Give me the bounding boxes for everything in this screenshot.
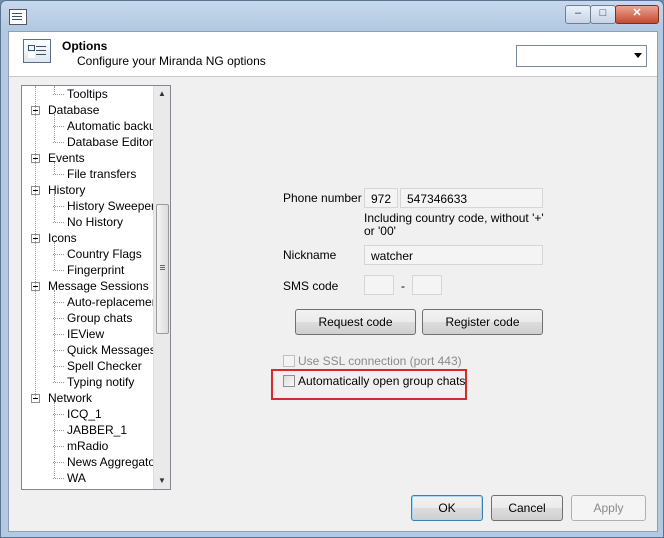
- tree-item[interactable]: IEView: [53, 326, 105, 342]
- tree-connector: [53, 270, 64, 271]
- tree-item[interactable]: Group chats: [53, 310, 133, 326]
- tree-item[interactable]: JABBER_1: [53, 422, 128, 438]
- phone-hint: Including country code, without '+' or '…: [364, 211, 544, 238]
- tree-connector: [54, 194, 55, 222]
- tree-item-label: Fingerprint: [67, 263, 125, 277]
- options-header: Options Configure your Miranda NG option…: [9, 32, 657, 77]
- tree-item-label: JABBER_1: [67, 423, 128, 437]
- ok-button[interactable]: OK: [411, 495, 483, 521]
- tree-item[interactable]: Typing notify: [53, 374, 135, 390]
- tree-item-label: File transfers: [67, 167, 137, 181]
- tree-group[interactable]: Icons: [31, 230, 77, 246]
- page-subtitle: Configure your Miranda NG options: [77, 54, 266, 68]
- tree-item[interactable]: Tooltips: [53, 86, 108, 102]
- tree-connector: [53, 222, 64, 223]
- ssl-checkbox-label: Use SSL connection (port 443): [298, 354, 462, 368]
- grip-icon: [160, 265, 165, 266]
- tree-connector: [53, 94, 64, 95]
- tree-item-label: Message Sessions: [48, 279, 149, 293]
- tree-item[interactable]: WA: [53, 470, 86, 486]
- chevron-down-icon: [634, 53, 642, 58]
- tree-connector: [54, 242, 55, 270]
- tree-scrollbar[interactable]: ▲ ▼: [153, 86, 170, 489]
- tree-item-label: ICQ_1: [67, 407, 102, 421]
- close-button[interactable]: ✕: [615, 5, 659, 24]
- tree-item[interactable]: ICQ_1: [53, 406, 102, 422]
- tree-connector: [54, 86, 55, 94]
- tree-connector: [53, 142, 64, 143]
- highlight-box: [271, 369, 467, 400]
- phone-number-field[interactable]: 547346633: [400, 188, 543, 208]
- tree-item-label: Icons: [48, 231, 77, 245]
- dialog-client: Options Configure your Miranda NG option…: [8, 31, 658, 532]
- ssl-checkbox[interactable]: [283, 355, 295, 367]
- tree-item[interactable]: File transfers: [53, 166, 137, 182]
- scroll-up-arrow-icon[interactable]: ▲: [154, 86, 170, 102]
- tree-connector: [53, 478, 64, 479]
- app-icon[interactable]: [9, 9, 27, 25]
- tree-item-label: Group chats: [67, 311, 133, 325]
- scroll-down-arrow-icon[interactable]: ▼: [154, 473, 170, 489]
- country-code-field[interactable]: 972: [364, 188, 398, 208]
- tree-group[interactable]: Database: [31, 102, 100, 118]
- sms-code-label: SMS code: [283, 279, 339, 293]
- tree-item-label: IEView: [67, 327, 105, 341]
- tree-item[interactable]: Quick Messages: [53, 342, 156, 358]
- options-tree[interactable]: Tooltips Database Automatic backups Databas…: [21, 85, 171, 490]
- tree-item[interactable]: Country Flags: [53, 246, 142, 262]
- tree-item[interactable]: No History: [53, 214, 124, 230]
- nickname-label: Nickname: [283, 248, 337, 262]
- tree-connector: [53, 174, 64, 175]
- tree-item-label: Database: [48, 103, 100, 117]
- request-code-button[interactable]: Request code: [295, 309, 416, 335]
- tree-item-label: Spell Checker: [67, 359, 142, 373]
- tree-connector: [35, 86, 36, 398]
- page-title: Options: [62, 39, 108, 53]
- tree-item-label: mRadio: [67, 439, 109, 453]
- tree-item[interactable]: Fingerprint: [53, 262, 125, 278]
- tree-connector: [54, 402, 55, 478]
- sms-code-dash: -: [401, 279, 405, 293]
- tree-item[interactable]: mRadio: [53, 438, 109, 454]
- minimize-button[interactable]: –: [565, 5, 591, 24]
- tree-item-label: Country Flags: [67, 247, 142, 261]
- title-bar[interactable]: – □ ✕: [1, 1, 663, 31]
- phone-number-label: Phone number: [283, 191, 362, 205]
- tree-item-label: Quick Messages: [67, 343, 156, 357]
- tree-item-label: Typing notify: [67, 375, 135, 389]
- tree-item-label: WA: [67, 471, 86, 485]
- tree-item-label: No History: [67, 215, 124, 229]
- scroll-thumb[interactable]: [156, 204, 169, 334]
- tree-item[interactable]: News Aggregator: [53, 454, 160, 470]
- tree-group[interactable]: Message Sessions: [31, 278, 149, 294]
- sms-code-field-1[interactable]: [364, 275, 394, 295]
- cancel-button[interactable]: Cancel: [491, 495, 563, 521]
- maximize-button[interactable]: □: [590, 5, 616, 24]
- apply-button[interactable]: Apply: [571, 495, 646, 521]
- tree-item[interactable]: Spell Checker: [53, 358, 142, 374]
- sms-code-field-2[interactable]: [412, 275, 442, 295]
- tree-item-label: News Aggregator: [67, 455, 160, 469]
- tree-connector: [54, 290, 55, 382]
- tree-connector: [53, 382, 64, 383]
- tree-item-label: Tooltips: [67, 87, 108, 101]
- nickname-field[interactable]: watcher: [364, 245, 543, 265]
- tree-connector: [54, 162, 55, 174]
- options-icon: [23, 39, 51, 63]
- tree-connector: [54, 114, 55, 142]
- register-code-button[interactable]: Register code: [422, 309, 543, 335]
- options-window: – □ ✕ Options Configure your Miranda NG …: [0, 0, 664, 538]
- options-filter-dropdown[interactable]: [516, 45, 647, 67]
